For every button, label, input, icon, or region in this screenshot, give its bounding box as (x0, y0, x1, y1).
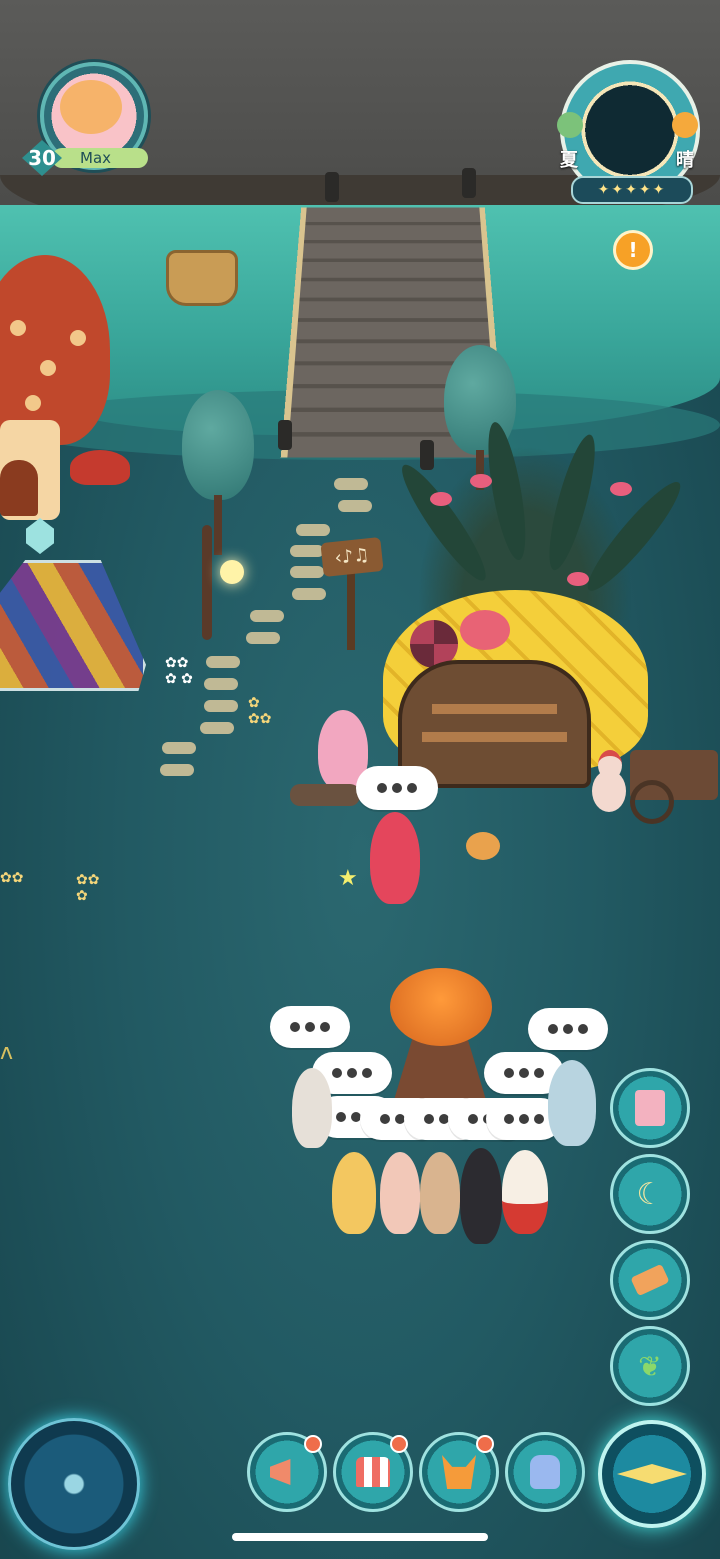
flowers: ✿✿ ✿ ✿ (165, 655, 193, 687)
fox-friend-icon (442, 1455, 476, 1489)
wardrobe-button[interactable]: ☾ (610, 1154, 690, 1234)
home-indicator[interactable] (232, 1533, 488, 1541)
stepping-stone (250, 610, 284, 622)
bench (290, 784, 360, 806)
backpack-button[interactable] (505, 1432, 585, 1512)
lantern-icon (220, 560, 244, 584)
greenhouse[interactable] (0, 560, 146, 691)
flowers: ✿✿✿ (248, 695, 272, 727)
bridge-post (278, 420, 292, 450)
hammer-icon (630, 1263, 670, 1297)
player-name: Max (52, 148, 148, 168)
pumpkin-top (390, 968, 492, 1046)
backpack-icon (530, 1455, 560, 1489)
notification-badge (476, 1435, 494, 1453)
garden-button[interactable]: ❦ (610, 1326, 690, 1406)
flowers: ✿✿ (0, 870, 24, 886)
grass-tuft: ᴧ (0, 1040, 14, 1065)
stepping-stone (204, 700, 238, 712)
mushroom-house-door[interactable] (0, 460, 38, 516)
pink-bow (460, 610, 510, 650)
thought-bubble (528, 1008, 608, 1050)
wardrobe-moon-icon: ☾ (636, 1176, 664, 1212)
star-rating: ✦✦✦✦✦ (571, 176, 693, 204)
npc-character[interactable] (420, 1152, 460, 1234)
shop-button[interactable] (333, 1432, 413, 1512)
megaphone-icon (270, 1459, 291, 1485)
stepping-stone (296, 524, 330, 536)
stepping-stone (204, 678, 238, 690)
build-button[interactable] (610, 1240, 690, 1320)
stepping-stone (338, 500, 372, 512)
cart-wheel (630, 780, 674, 824)
mushroom-spot (40, 360, 56, 376)
stepping-stone (292, 588, 326, 600)
sun-icon (672, 112, 698, 138)
music-sign[interactable]: ‹♪♫ (320, 536, 384, 578)
bridge-post (325, 172, 339, 202)
avatar-face (60, 80, 122, 134)
npc-duck[interactable] (502, 1150, 548, 1234)
stepping-stone (290, 545, 324, 557)
notification-badge (304, 1435, 322, 1453)
stepping-stone (290, 566, 324, 578)
action-compass-button[interactable] (598, 1420, 706, 1528)
npc-character[interactable] (292, 1068, 332, 1148)
mushroom-spot (70, 330, 86, 346)
bridge-post (462, 168, 476, 198)
eye-compass-icon (617, 1464, 687, 1484)
npc-yellow-cat[interactable] (332, 1152, 376, 1234)
snowman-head (598, 750, 622, 780)
bow-decoration (567, 572, 589, 586)
stepping-stone (160, 764, 194, 776)
stepping-stone (246, 632, 280, 644)
alert-icon[interactable]: ! (613, 230, 653, 270)
sign-pole (347, 570, 355, 650)
sparkle-icon: ★ (338, 866, 358, 891)
mushroom-spot (25, 395, 41, 411)
player-character[interactable] (370, 812, 420, 904)
npc-top-hat[interactable] (460, 1148, 502, 1244)
floating-basket[interactable] (166, 250, 238, 306)
notification-badge (390, 1435, 408, 1453)
world-map-compass[interactable] (8, 1418, 140, 1550)
lamp-post (202, 525, 212, 640)
sprout-icon: ❦ (638, 1349, 662, 1383)
tree (182, 390, 254, 500)
bread-item[interactable] (466, 832, 500, 860)
friends-button[interactable] (419, 1432, 499, 1512)
stepping-stone (206, 656, 240, 668)
stepping-stone (162, 742, 196, 754)
stepping-stone (334, 478, 368, 490)
crystal-icon (26, 518, 54, 554)
shelf (422, 732, 567, 742)
tree-trunk (214, 495, 222, 555)
thought-bubble (270, 1006, 350, 1048)
npc-character[interactable] (380, 1152, 420, 1234)
bow-decoration (430, 492, 452, 506)
thought-bubble (356, 766, 438, 810)
leaf-icon (557, 112, 583, 138)
shelf (432, 704, 557, 714)
npc-character[interactable] (548, 1060, 596, 1146)
announcement-button[interactable] (247, 1432, 327, 1512)
book-tulip-icon (635, 1090, 665, 1126)
small-mushroom (70, 450, 130, 485)
mushroom-spot (10, 320, 26, 336)
weather-label: 晴 (676, 150, 694, 171)
bow-decoration (610, 482, 632, 496)
flowers: ✿✿✿ (76, 872, 100, 904)
journal-button[interactable] (610, 1068, 690, 1148)
season-label: 夏 (560, 150, 578, 171)
stepping-stone (200, 722, 234, 734)
game-scene[interactable]: ‹♪♫ ✿✿ ✿ ✿ ✿ ✿✿ ✿✿ ✿✿ ✿ ★ ᴧ Max 30 夏 晴 ✦… (0, 0, 720, 1559)
bow-decoration (470, 474, 492, 488)
shop-icon (356, 1457, 390, 1487)
